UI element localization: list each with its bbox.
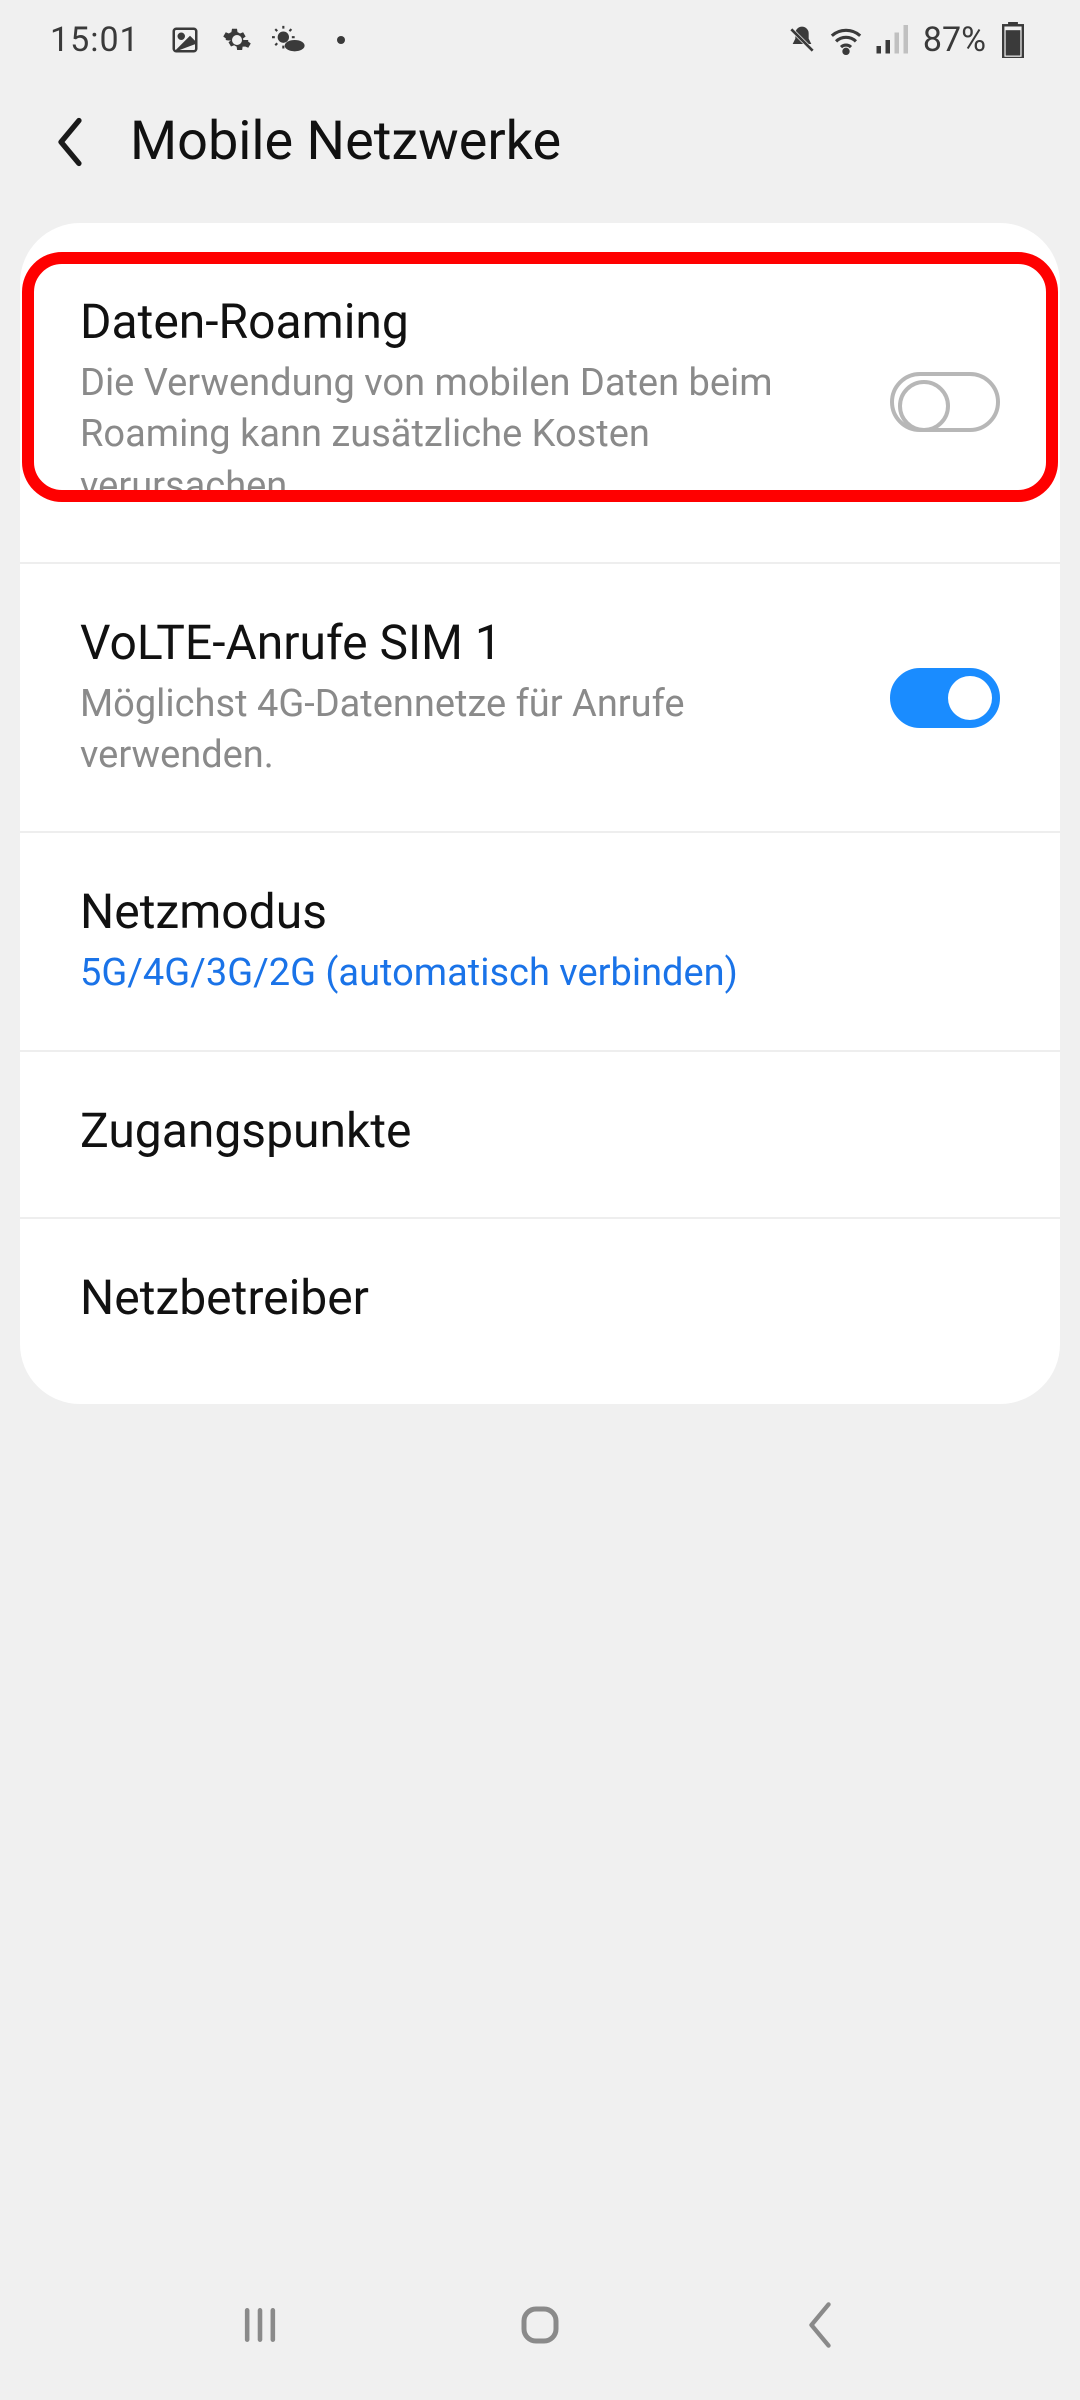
system-nav-bar [0,2270,1080,2400]
wifi-icon [829,23,863,57]
settings-card: Daten-Roaming Die Verwendung von mobilen… [20,223,1060,1404]
row-title: Netzbetreiber [80,1269,1000,1326]
weather-icon [272,23,306,57]
back-button[interactable] [50,112,90,172]
gear-icon [220,23,254,57]
row-data-roaming[interactable]: Daten-Roaming Die Verwendung von mobilen… [20,223,1060,562]
row-text: Netzmodus 5G/4G/3G/2G (automatisch verbi… [80,883,1000,999]
row-text: Netzbetreiber [80,1269,1000,1334]
gallery-icon [168,23,202,57]
row-text: Daten-Roaming Die Verwendung von mobilen… [80,293,860,512]
row-subtitle: 5G/4G/3G/2G (automatisch verbinden) [80,948,1000,999]
battery-icon [996,23,1030,57]
row-net-mode[interactable]: Netzmodus 5G/4G/3G/2G (automatisch verbi… [20,831,1060,1049]
mute-icon [785,23,819,57]
row-title: Daten-Roaming [80,293,860,350]
home-button[interactable] [505,2290,575,2360]
row-subtitle: Die Verwendung von mobilen Daten beim Ro… [80,358,860,512]
row-title: Zugangspunkte [80,1102,1000,1159]
data-roaming-toggle[interactable] [890,372,1000,432]
status-left: 15:01 [50,20,358,60]
battery-text: 87% [923,20,986,60]
dot-icon [324,23,358,57]
row-text: VoLTE-Anrufe SIM 1 Möglichst 4G-Datennet… [80,614,860,782]
row-carrier[interactable]: Netzbetreiber [20,1217,1060,1404]
row-title: Netzmodus [80,883,1000,940]
nav-back-button[interactable] [785,2290,855,2360]
page-title: Mobile Netzwerke [130,110,561,173]
volte-toggle[interactable] [890,668,1000,728]
row-apn[interactable]: Zugangspunkte [20,1050,1060,1217]
page-header: Mobile Netzwerke [0,80,1080,223]
row-subtitle: Möglichst 4G-Datennetze für Anrufe verwe… [80,679,860,782]
signal-icon [873,23,913,57]
status-time: 15:01 [50,20,140,60]
row-title: VoLTE-Anrufe SIM 1 [80,614,860,671]
row-text: Zugangspunkte [80,1102,1000,1167]
status-bar: 15:01 87% [0,0,1080,80]
status-right: 87% [785,20,1030,60]
row-volte[interactable]: VoLTE-Anrufe SIM 1 Möglichst 4G-Datennet… [20,562,1060,832]
recent-apps-button[interactable] [225,2290,295,2360]
